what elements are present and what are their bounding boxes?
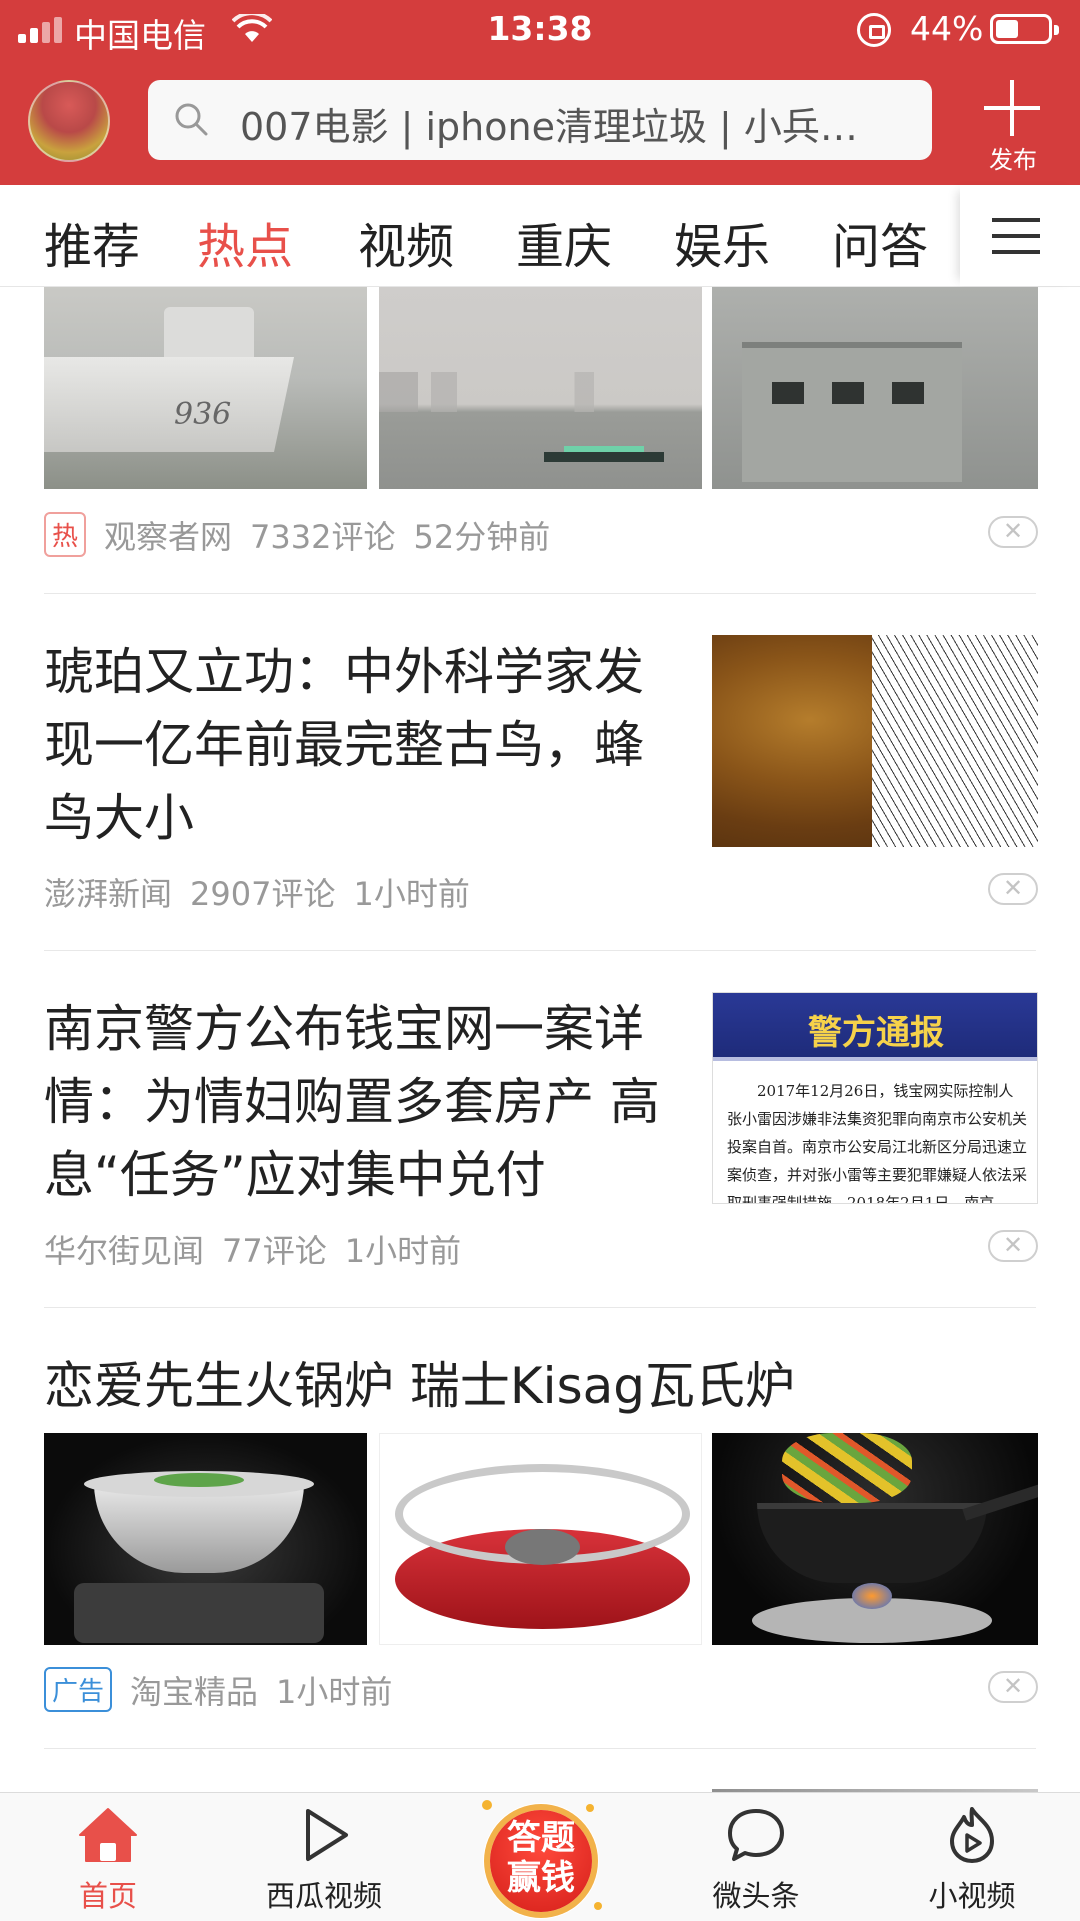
chat-bubble-icon [728, 1809, 784, 1861]
search-placeholder: 007电影 | iphone清理垃圾 | 小兵… [240, 105, 858, 149]
divider [44, 1748, 1036, 1749]
quiz-earn-button[interactable]: 答题 赢钱 [476, 1792, 604, 1921]
publish-time: 52分钟前 [413, 518, 551, 556]
tab-hot[interactable]: 热点 [197, 207, 293, 277]
news-source[interactable]: 澎湃新闻 [44, 875, 172, 913]
news-meta: 热观察者网 7332评论 52分钟前 [44, 512, 568, 558]
home-icon [79, 1808, 137, 1862]
battery-icon [990, 14, 1059, 44]
battery-percent: 44% [910, 9, 984, 48]
search-bar[interactable]: 007电影 | iphone清理垃圾 | 小兵… [148, 80, 932, 160]
news-thumbnail[interactable] [712, 635, 1038, 847]
notice-heading: 警方通报 [808, 1013, 944, 1053]
play-icon [306, 1809, 348, 1861]
news-title[interactable]: 南京警方公布钱宝网一案详情：为情妇购置多套房产 高息“任务”应对集中兑付 [44, 993, 680, 1212]
publish-time: 1小时前 [353, 875, 470, 913]
ad-title[interactable]: 恋爱先生火锅炉 瑞士Kisag瓦氏炉 [44, 1350, 1036, 1423]
news-source[interactable]: 观察者网 [104, 518, 232, 556]
quiz-label: 答题 赢钱 [507, 1818, 575, 1898]
nav-label: 西瓜视频 [265, 1879, 382, 1913]
dislike-button[interactable]: ✕ [988, 1671, 1038, 1703]
app-header: 中国电信 13:38 44% 007电影 | iphone清理垃圾 | 小兵… … [0, 0, 1080, 185]
notice-text: 2017年12月26日，钱宝网实际控制人张小雷因涉嫌非法集资犯罪向南京市公安机关… [727, 1082, 1028, 1204]
divider [44, 1307, 1036, 1308]
tab-chongqing[interactable]: 重庆 [516, 207, 612, 277]
battery-level [996, 20, 1018, 38]
news-meta: 澎湃新闻 2907评论 1小时前 [44, 869, 488, 915]
news-image[interactable] [712, 287, 1038, 489]
user-avatar[interactable] [28, 80, 110, 162]
nav-weitoutiao[interactable]: 微头条 [656, 1793, 856, 1921]
ad-badge: 广告 [44, 1667, 113, 1712]
news-thumbnail[interactable]: 警方通报 2017年12月26日，钱宝网实际控制人张小雷因涉嫌非法集资犯罪向南京… [712, 992, 1038, 1204]
status-bar: 中国电信 13:38 44% [0, 0, 1080, 58]
search-icon [175, 103, 208, 136]
hot-badge: 热 [44, 512, 87, 557]
dislike-button[interactable]: ✕ [988, 516, 1038, 548]
orientation-lock-icon [857, 13, 891, 47]
news-image[interactable] [379, 287, 702, 489]
tab-entertainment[interactable]: 娱乐 [674, 207, 770, 277]
tab-recommend[interactable]: 推荐 [44, 207, 140, 277]
nav-short-video[interactable]: 小视频 [872, 1793, 1072, 1921]
news-source[interactable]: 华尔街见闻 [44, 1232, 204, 1270]
ad-image[interactable] [379, 1433, 702, 1645]
comment-count: 2907评论 [190, 875, 336, 913]
nav-home[interactable]: 首页 [8, 1793, 208, 1921]
news-image[interactable]: 936 [44, 287, 367, 489]
tab-qa[interactable]: 问答 [832, 207, 928, 277]
flame-play-icon [950, 1807, 994, 1863]
ad-source[interactable]: 淘宝精品 [130, 1673, 258, 1711]
ship-hull-number: 936 [174, 397, 232, 432]
comment-count: 7332评论 [250, 518, 396, 556]
channel-tabs: 推荐 热点 视频 重庆 娱乐 问答 [0, 185, 1080, 287]
dislike-button[interactable]: ✕ [988, 873, 1038, 905]
nav-label: 首页 [78, 1879, 137, 1913]
news-meta: 华尔街见闻 77评论 1小时前 [44, 1226, 479, 1272]
nav-label: 小视频 [928, 1879, 1016, 1913]
ad-image[interactable] [44, 1433, 367, 1645]
publish-label: 发布 [989, 146, 1037, 174]
dislike-button[interactable]: ✕ [988, 1230, 1038, 1262]
publish-time: 1小时前 [276, 1673, 393, 1711]
news-title[interactable]: 琥珀又立功：中外科学家发现一亿年前最完整古鸟，蜂鸟大小 [44, 636, 680, 855]
tab-video[interactable]: 视频 [358, 207, 454, 277]
news-feed[interactable]: 936 热观察者网 7332评论 52分钟前 ✕ 琥珀又立功：中外科学家发现一亿年前… [0, 287, 1080, 1792]
comment-count: 77评论 [222, 1232, 327, 1270]
channel-menu-icon[interactable] [960, 185, 1080, 286]
nav-xigua-video[interactable]: 西瓜视频 [224, 1793, 424, 1921]
publish-button[interactable]: 发布 [968, 74, 1058, 174]
divider [44, 950, 1036, 951]
ad-image[interactable] [712, 1433, 1038, 1645]
divider [44, 593, 1036, 594]
ad-meta: 广告 淘宝精品 1小时前 [44, 1667, 410, 1713]
nav-label: 微头条 [712, 1879, 800, 1913]
plus-icon [984, 80, 1040, 136]
publish-time: 1小时前 [344, 1232, 462, 1270]
